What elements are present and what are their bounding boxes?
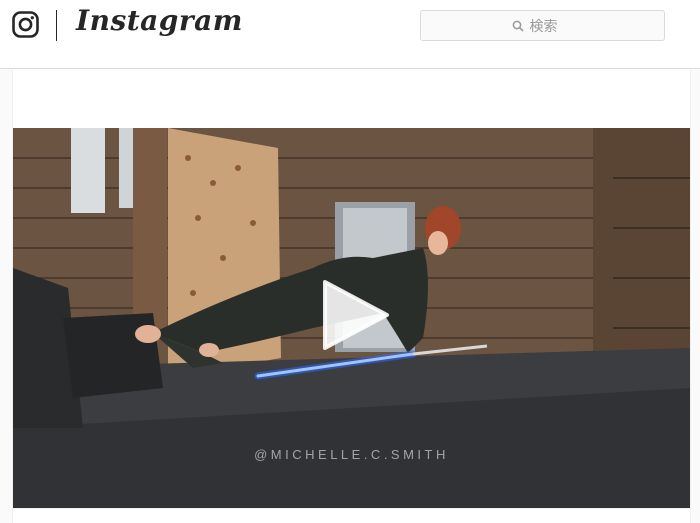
post-footer	[13, 508, 690, 523]
search-icon	[512, 20, 524, 32]
search-box[interactable]	[420, 10, 665, 41]
instagram-glyph-icon[interactable]	[12, 11, 39, 38]
play-icon[interactable]	[319, 278, 391, 352]
post-video[interactable]: @MICHELLE.C.SMITH	[13, 128, 690, 508]
search-input[interactable]	[529, 17, 574, 34]
video-watermark: @MICHELLE.C.SMITH	[254, 447, 449, 462]
instagram-wordmark[interactable]: Instagram	[76, 4, 243, 37]
top-navigation-bar: Instagram	[0, 0, 700, 69]
logo-divider	[56, 10, 57, 41]
